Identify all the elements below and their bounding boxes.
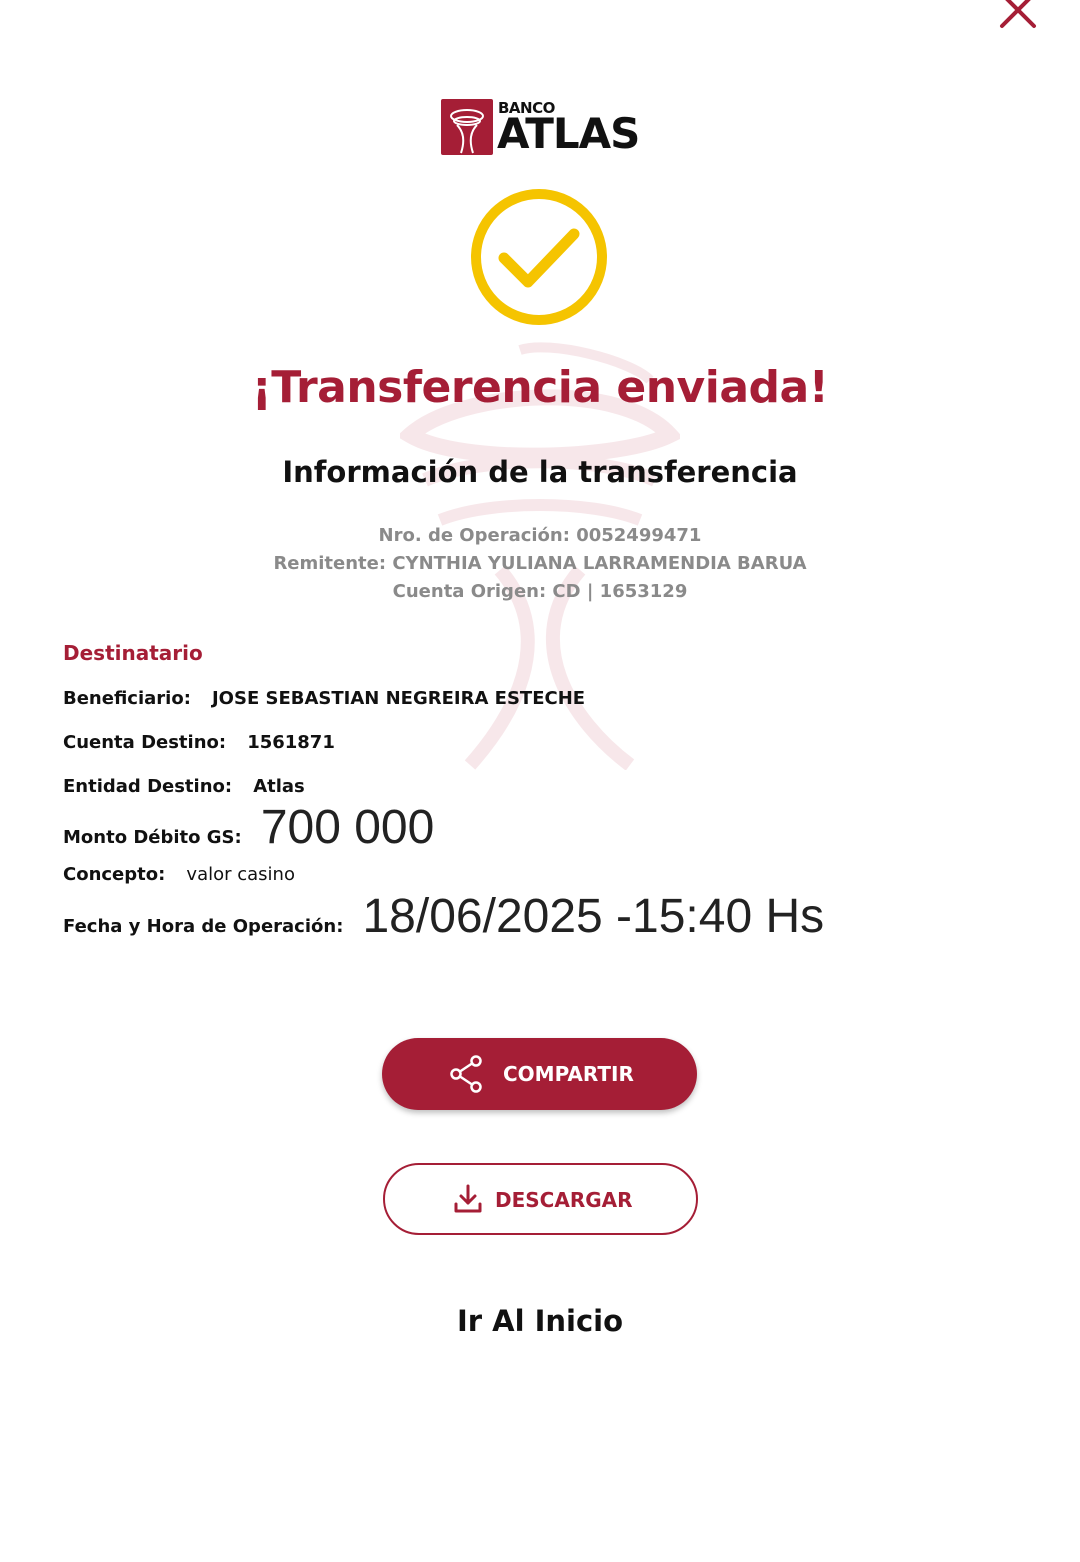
destination-account-row: Cuenta Destino: 1561871 <box>63 732 335 753</box>
bank-logo: BANCO ATLAS <box>441 99 641 157</box>
amount-label: Monto Débito GS: <box>63 827 242 848</box>
datetime-row: Fecha y Hora de Operación: 18/06/2025 -1… <box>63 889 824 944</box>
destination-entity-row: Entidad Destino: Atlas <box>63 776 305 797</box>
beneficiary-label: Beneficiario: <box>63 688 191 709</box>
beneficiary-value: JOSE SEBASTIAN NEGREIRA ESTECHE <box>211 688 586 709</box>
close-icon <box>1000 0 1036 28</box>
download-icon <box>454 1184 482 1213</box>
concept-value: valor casino <box>186 864 295 885</box>
destination-account-label: Cuenta Destino: <box>63 732 227 753</box>
download-button-label: DESCARGAR <box>495 1188 633 1212</box>
datetime-label: Fecha y Hora de Operación: <box>63 916 344 937</box>
download-button[interactable]: DESCARGAR <box>383 1163 698 1235</box>
amount-row: Monto Débito GS: 700 000 <box>63 800 434 855</box>
page-title: ¡Transferencia enviada! <box>251 362 829 413</box>
sender-name: Remitente: CYNTHIA YULIANA LARRAMENDIA B… <box>273 553 807 574</box>
logo-bank-name: ATLAS <box>497 109 640 158</box>
origin-account: Cuenta Origen: CD | 1653129 <box>392 581 688 602</box>
amount-value: 700 000 <box>260 801 435 854</box>
logo-mark-icon <box>441 99 493 155</box>
beneficiary-row: Beneficiario: JOSE SEBASTIAN NEGREIRA ES… <box>63 688 585 709</box>
share-icon <box>450 1055 482 1093</box>
destination-entity-value: Atlas <box>253 776 305 797</box>
destination-account-value: 1561871 <box>247 732 335 753</box>
go-home-link[interactable]: Ir Al Inicio <box>0 1304 1080 1338</box>
check-circle-icon <box>471 189 607 325</box>
operation-number: Nro. de Operación: 0052499471 <box>378 525 702 546</box>
share-button[interactable]: COMPARTIR <box>382 1038 697 1110</box>
section-subtitle: Información de la transferencia <box>282 455 798 489</box>
close-button[interactable] <box>994 0 1042 34</box>
datetime-value: 18/06/2025 -15:40 Hs <box>362 890 825 943</box>
concept-label: Concepto: <box>63 864 166 885</box>
recipient-section-title: Destinatario <box>63 641 203 665</box>
destination-entity-label: Entidad Destino: <box>63 776 233 797</box>
concept-row: Concepto: valor casino <box>63 864 295 885</box>
share-button-label: COMPARTIR <box>503 1062 634 1086</box>
